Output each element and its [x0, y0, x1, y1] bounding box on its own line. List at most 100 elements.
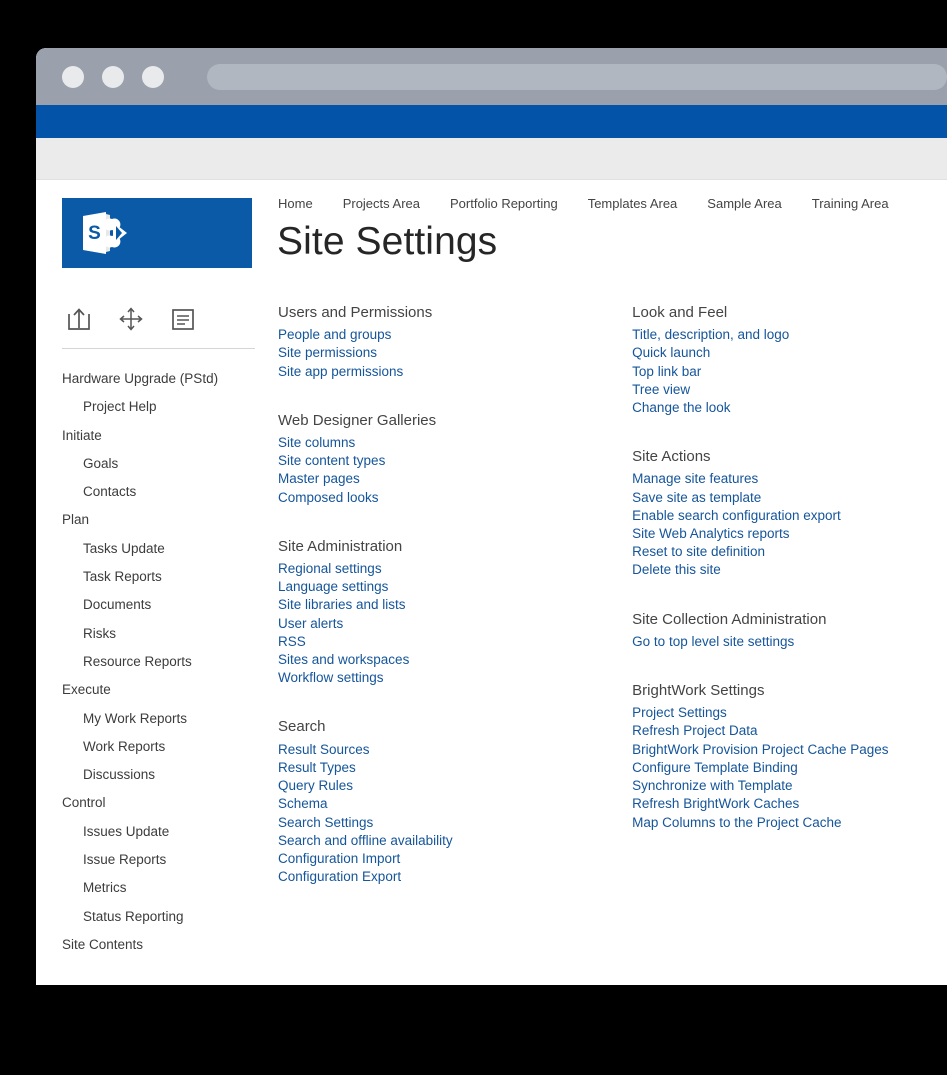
nav-item-resource-reports[interactable]: Resource Reports: [62, 648, 267, 676]
nav-item-issue-reports[interactable]: Issue Reports: [62, 846, 267, 874]
top-nav-item-training-area[interactable]: Training Area: [812, 196, 889, 211]
link-title-description-and-logo[interactable]: Title, description, and logo: [632, 326, 947, 344]
group-title: Web Designer Galleries: [278, 411, 632, 431]
settings-column-right: Look and Feel Title, description, and lo…: [632, 303, 947, 916]
link-composed-looks[interactable]: Composed looks: [278, 489, 632, 507]
browser-window: S: [36, 48, 947, 985]
focus-move-icon[interactable]: [116, 304, 146, 334]
link-result-sources[interactable]: Result Sources: [278, 741, 632, 759]
nav-item-work-reports[interactable]: Work Reports: [62, 733, 267, 761]
share-upload-icon[interactable]: [64, 304, 94, 334]
link-manage-site-features[interactable]: Manage site features: [632, 470, 947, 488]
link-brightwork-provision-project-cache-pages[interactable]: BrightWork Provision Project Cache Pages: [632, 741, 947, 759]
link-enable-search-configuration-export[interactable]: Enable search configuration export: [632, 507, 947, 525]
link-refresh-brightwork-caches[interactable]: Refresh BrightWork Caches: [632, 795, 947, 813]
browser-titlebar: [36, 48, 947, 105]
nav-item-contacts[interactable]: Contacts: [62, 478, 267, 506]
link-master-pages[interactable]: Master pages: [278, 470, 632, 488]
group-title: BrightWork Settings: [632, 681, 947, 701]
settings-group-site-collection-administration: Site Collection Administration Go to top…: [632, 610, 947, 651]
link-sites-and-workspaces[interactable]: Sites and workspaces: [278, 651, 632, 669]
nav-item-status-reporting[interactable]: Status Reporting: [62, 903, 267, 931]
link-delete-this-site[interactable]: Delete this site: [632, 561, 947, 579]
link-change-the-look[interactable]: Change the look: [632, 399, 947, 417]
link-rss[interactable]: RSS: [278, 633, 632, 651]
link-search-settings[interactable]: Search Settings: [278, 814, 632, 832]
settings-group-brightwork-settings: BrightWork Settings Project Settings Ref…: [632, 681, 947, 832]
link-site-permissions[interactable]: Site permissions: [278, 344, 632, 362]
link-people-and-groups[interactable]: People and groups: [278, 326, 632, 344]
nav-item-plan[interactable]: Plan: [62, 506, 267, 534]
nav-item-risks[interactable]: Risks: [62, 620, 267, 648]
group-links: Go to top level site settings: [632, 633, 947, 651]
top-nav-item-portfolio-reporting[interactable]: Portfolio Reporting: [450, 196, 558, 211]
link-save-site-as-template[interactable]: Save site as template: [632, 489, 947, 507]
link-quick-launch[interactable]: Quick launch: [632, 344, 947, 362]
group-links: Result Sources Result Types Query Rules …: [278, 741, 632, 887]
link-schema[interactable]: Schema: [278, 795, 632, 813]
nav-item-goals[interactable]: Goals: [62, 450, 267, 478]
link-query-rules[interactable]: Query Rules: [278, 777, 632, 795]
group-links: Title, description, and logo Quick launc…: [632, 326, 947, 417]
link-configuration-import[interactable]: Configuration Import: [278, 850, 632, 868]
link-configuration-export[interactable]: Configuration Export: [278, 868, 632, 886]
settings-columns: Users and Permissions People and groups …: [276, 303, 947, 916]
link-site-columns[interactable]: Site columns: [278, 434, 632, 452]
nav-item-documents[interactable]: Documents: [62, 591, 267, 619]
nav-item-project-help[interactable]: Project Help: [62, 393, 267, 421]
link-site-web-analytics-reports[interactable]: Site Web Analytics reports: [632, 525, 947, 543]
nav-item-site-contents[interactable]: Site Contents: [62, 931, 267, 959]
maximize-window-button[interactable]: [142, 66, 164, 88]
top-nav-item-templates-area[interactable]: Templates Area: [588, 196, 678, 211]
rail-toolbar: [62, 304, 267, 334]
link-result-types[interactable]: Result Types: [278, 759, 632, 777]
link-project-settings[interactable]: Project Settings: [632, 704, 947, 722]
link-synchronize-with-template[interactable]: Synchronize with Template: [632, 777, 947, 795]
link-site-content-types[interactable]: Site content types: [278, 452, 632, 470]
link-regional-settings[interactable]: Regional settings: [278, 560, 632, 578]
nav-item-discussions[interactable]: Discussions: [62, 761, 267, 789]
top-nav-item-home[interactable]: Home: [278, 196, 313, 211]
sharepoint-logo[interactable]: S: [62, 198, 252, 268]
settings-group-site-actions: Site Actions Manage site features Save s…: [632, 447, 947, 579]
address-bar-input[interactable]: [207, 64, 947, 90]
nav-item-task-reports[interactable]: Task Reports: [62, 563, 267, 591]
rail-divider: [62, 348, 255, 349]
sharepoint-suite-bar: [36, 105, 947, 138]
svg-text:S: S: [88, 223, 101, 244]
link-configure-template-binding[interactable]: Configure Template Binding: [632, 759, 947, 777]
link-site-app-permissions[interactable]: Site app permissions: [278, 363, 632, 381]
link-top-link-bar[interactable]: Top link bar: [632, 363, 947, 381]
link-user-alerts[interactable]: User alerts: [278, 615, 632, 633]
nav-item-initiate[interactable]: Initiate: [62, 422, 267, 450]
nav-item-control[interactable]: Control: [62, 789, 267, 817]
link-reset-to-site-definition[interactable]: Reset to site definition: [632, 543, 947, 561]
settings-group-look-and-feel: Look and Feel Title, description, and lo…: [632, 303, 947, 417]
link-go-to-top-level-site-settings[interactable]: Go to top level site settings: [632, 633, 947, 651]
link-map-columns-to-the-project-cache[interactable]: Map Columns to the Project Cache: [632, 814, 947, 832]
top-nav-item-sample-area[interactable]: Sample Area: [707, 196, 781, 211]
link-workflow-settings[interactable]: Workflow settings: [278, 669, 632, 687]
quick-launch-nav: Hardware Upgrade (PStd) Project Help Ini…: [62, 365, 267, 959]
page-body: S: [36, 180, 947, 985]
link-search-and-offline-availability[interactable]: Search and offline availability: [278, 832, 632, 850]
list-menu-icon[interactable]: [168, 304, 198, 334]
link-language-settings[interactable]: Language settings: [278, 578, 632, 596]
top-nav-item-projects-area[interactable]: Projects Area: [343, 196, 420, 211]
close-window-button[interactable]: [62, 66, 84, 88]
settings-group-site-administration: Site Administration Regional settings La…: [278, 537, 632, 688]
minimize-window-button[interactable]: [102, 66, 124, 88]
nav-item-hardware-upgrade-pstd[interactable]: Hardware Upgrade (PStd): [62, 365, 267, 393]
group-links: Site columns Site content types Master p…: [278, 434, 632, 507]
nav-item-tasks-update[interactable]: Tasks Update: [62, 535, 267, 563]
link-site-libraries-and-lists[interactable]: Site libraries and lists: [278, 596, 632, 614]
link-tree-view[interactable]: Tree view: [632, 381, 947, 399]
nav-item-metrics[interactable]: Metrics: [62, 874, 267, 902]
sharepoint-logo-icon: S: [80, 211, 134, 255]
nav-item-execute[interactable]: Execute: [62, 676, 267, 704]
link-refresh-project-data[interactable]: Refresh Project Data: [632, 722, 947, 740]
group-title: Site Actions: [632, 447, 947, 467]
nav-item-issues-update[interactable]: Issues Update: [62, 818, 267, 846]
nav-item-my-work-reports[interactable]: My Work Reports: [62, 705, 267, 733]
group-links: Project Settings Refresh Project Data Br…: [632, 704, 947, 831]
